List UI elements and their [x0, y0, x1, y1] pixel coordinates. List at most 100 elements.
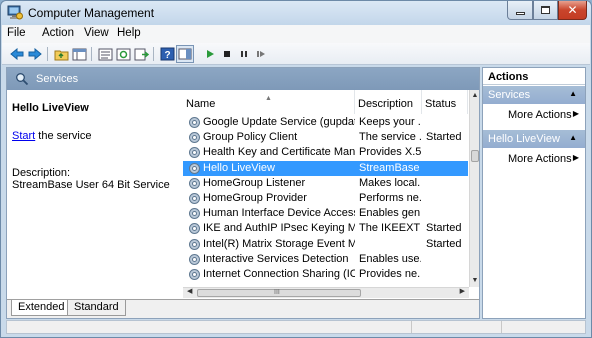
more-actions-services[interactable]: More Actions ▶: [483, 106, 585, 124]
actions-section-services-title: Services: [488, 89, 531, 101]
table-row[interactable]: IKE and AuthIP IPsec Keying Modul... The …: [183, 221, 468, 236]
menu-action[interactable]: Action: [42, 27, 74, 39]
services-panel: Services Hello LiveView Start the servic…: [6, 67, 480, 319]
status-cell: [411, 321, 412, 333]
service-name-cell: Human Interface Device Access: [203, 207, 355, 220]
scroll-right-icon[interactable]: ▶: [460, 287, 465, 295]
menu-bar: File Action View Help: [2, 25, 590, 43]
service-name-cell: HomeGroup Provider: [203, 191, 307, 204]
computer-management-icon: [7, 5, 23, 20]
menu-help[interactable]: Help: [117, 27, 141, 39]
horizontal-scroll-thumb[interactable]: III: [197, 289, 361, 297]
service-name-cell: IKE and AuthIP IPsec Keying Modul...: [203, 222, 355, 235]
computer-management-window: Computer Management ✕ File Action View H…: [0, 0, 592, 338]
status-bar: [6, 320, 586, 334]
up-folder-icon[interactable]: [53, 46, 69, 62]
service-gear-icon: [188, 192, 201, 205]
actions-section-hello-liveview-title: Hello LiveView: [488, 133, 560, 145]
help-icon[interactable]: ?: [159, 46, 175, 62]
show-action-pane-icon[interactable]: [176, 45, 194, 63]
service-name-cell: Intel(R) Matrix Storage Event Monitor: [203, 237, 355, 250]
back-icon[interactable]: [9, 46, 25, 62]
view-tabs: Extended Standard: [7, 299, 479, 318]
resume-service-icon[interactable]: [253, 46, 269, 62]
scroll-up-icon[interactable]: ▲: [470, 90, 479, 102]
horizontal-scrollbar[interactable]: ◀ III ▶: [183, 287, 469, 298]
service-description-cell: Provides X.5...: [359, 146, 421, 159]
service-description-cell: Enables use...: [359, 252, 421, 265]
scroll-down-icon[interactable]: ▼: [470, 275, 479, 287]
refresh-icon[interactable]: [115, 46, 131, 62]
maximize-button[interactable]: [533, 1, 558, 20]
vertical-scrollbar[interactable]: ▲ ▼: [469, 90, 479, 287]
start-service-suffix: the service: [35, 130, 92, 142]
submenu-arrow-icon: ▶: [572, 109, 579, 118]
more-actions-label: More Actions: [508, 153, 572, 165]
service-name-cell: Health Key and Certificate Manage...: [203, 146, 355, 159]
toolbar: ?: [2, 43, 590, 65]
service-description-cell: Makes local...: [359, 176, 421, 189]
table-row[interactable]: Hello LiveView StreamBase ...: [183, 160, 468, 176]
toolbar-separator: [91, 47, 92, 61]
collapse-icon[interactable]: ▲: [569, 133, 577, 142]
properties-icon[interactable]: [97, 46, 113, 62]
tab-extended[interactable]: Extended: [11, 300, 72, 316]
service-status-cell: Started: [426, 237, 462, 250]
service-gear-icon: [188, 146, 201, 159]
service-description-cell: The IKEEXT ...: [359, 222, 421, 235]
stop-service-icon[interactable]: [219, 46, 235, 62]
pause-service-icon[interactable]: [236, 46, 252, 62]
service-gear-icon: [188, 116, 201, 129]
service-gear-icon: [188, 177, 201, 190]
column-header-name[interactable]: ▲ Name: [183, 90, 355, 114]
table-row[interactable]: HomeGroup Listener Makes local...: [183, 176, 468, 191]
menu-view[interactable]: View: [84, 27, 109, 39]
vertical-scroll-thumb[interactable]: [471, 150, 479, 162]
table-row[interactable]: Internet Connection Sharing (ICS) Provide…: [183, 267, 468, 282]
show-hide-tree-icon[interactable]: [71, 46, 87, 62]
menu-file[interactable]: File: [7, 27, 26, 39]
description-label: Description:: [12, 167, 71, 179]
service-gear-icon: [188, 268, 201, 281]
column-header-description[interactable]: Description: [355, 90, 422, 114]
close-button[interactable]: ✕: [558, 1, 587, 20]
selected-service-name: Hello LiveView: [12, 102, 89, 114]
column-name-label: Name: [186, 98, 216, 110]
start-service-icon[interactable]: [202, 46, 218, 62]
services-list: ▲ Name Description Status Google Update …: [183, 90, 479, 287]
more-actions-hello-liveview[interactable]: More Actions ▶: [483, 150, 585, 168]
table-row[interactable]: Human Interface Device Access Enables gen…: [183, 206, 468, 221]
column-description-label: Description: [358, 98, 414, 110]
service-description-cell: Provides ne...: [359, 267, 421, 280]
minimize-button[interactable]: [507, 1, 533, 20]
service-gear-icon: [188, 131, 201, 144]
submenu-arrow-icon: ▶: [572, 153, 579, 162]
svg-text:?: ?: [164, 50, 170, 61]
service-gear-icon: [188, 238, 201, 251]
actions-section-services[interactable]: Services ▲: [483, 86, 585, 104]
actions-section-hello-liveview[interactable]: Hello LiveView ▲: [483, 130, 585, 148]
scroll-left-icon[interactable]: ◀: [187, 287, 192, 295]
actions-heading: Actions: [483, 68, 585, 85]
collapse-icon[interactable]: ▲: [569, 89, 577, 98]
service-gear-icon: [188, 222, 201, 235]
service-name-cell: Internet Connection Sharing (ICS): [203, 267, 355, 280]
column-header-status[interactable]: Status: [422, 90, 468, 114]
service-status-cell: Started: [426, 131, 462, 144]
title-bar[interactable]: Computer Management ✕: [1, 1, 591, 25]
table-row[interactable]: Intel(R) Matrix Storage Event Monitor Sta…: [183, 237, 468, 252]
table-row[interactable]: Interactive Services Detection Enables us…: [183, 252, 468, 267]
close-icon: ✕: [567, 3, 578, 17]
service-description-cell: The service ...: [359, 131, 421, 144]
search-icon: [16, 73, 29, 86]
table-row[interactable]: Google Update Service (gupdatem) Keeps yo…: [183, 115, 468, 130]
table-row[interactable]: Group Policy Client The service ... Starte…: [183, 130, 468, 145]
forward-icon[interactable]: [27, 46, 43, 62]
services-header: Services: [7, 68, 479, 90]
start-service-link[interactable]: Start: [12, 130, 35, 142]
toolbar-separator: [153, 47, 154, 61]
table-row[interactable]: HomeGroup Provider Performs ne...: [183, 191, 468, 206]
export-list-icon[interactable]: [133, 46, 149, 62]
tab-standard[interactable]: Standard: [67, 300, 126, 316]
table-row[interactable]: Health Key and Certificate Manage... Prov…: [183, 145, 468, 160]
